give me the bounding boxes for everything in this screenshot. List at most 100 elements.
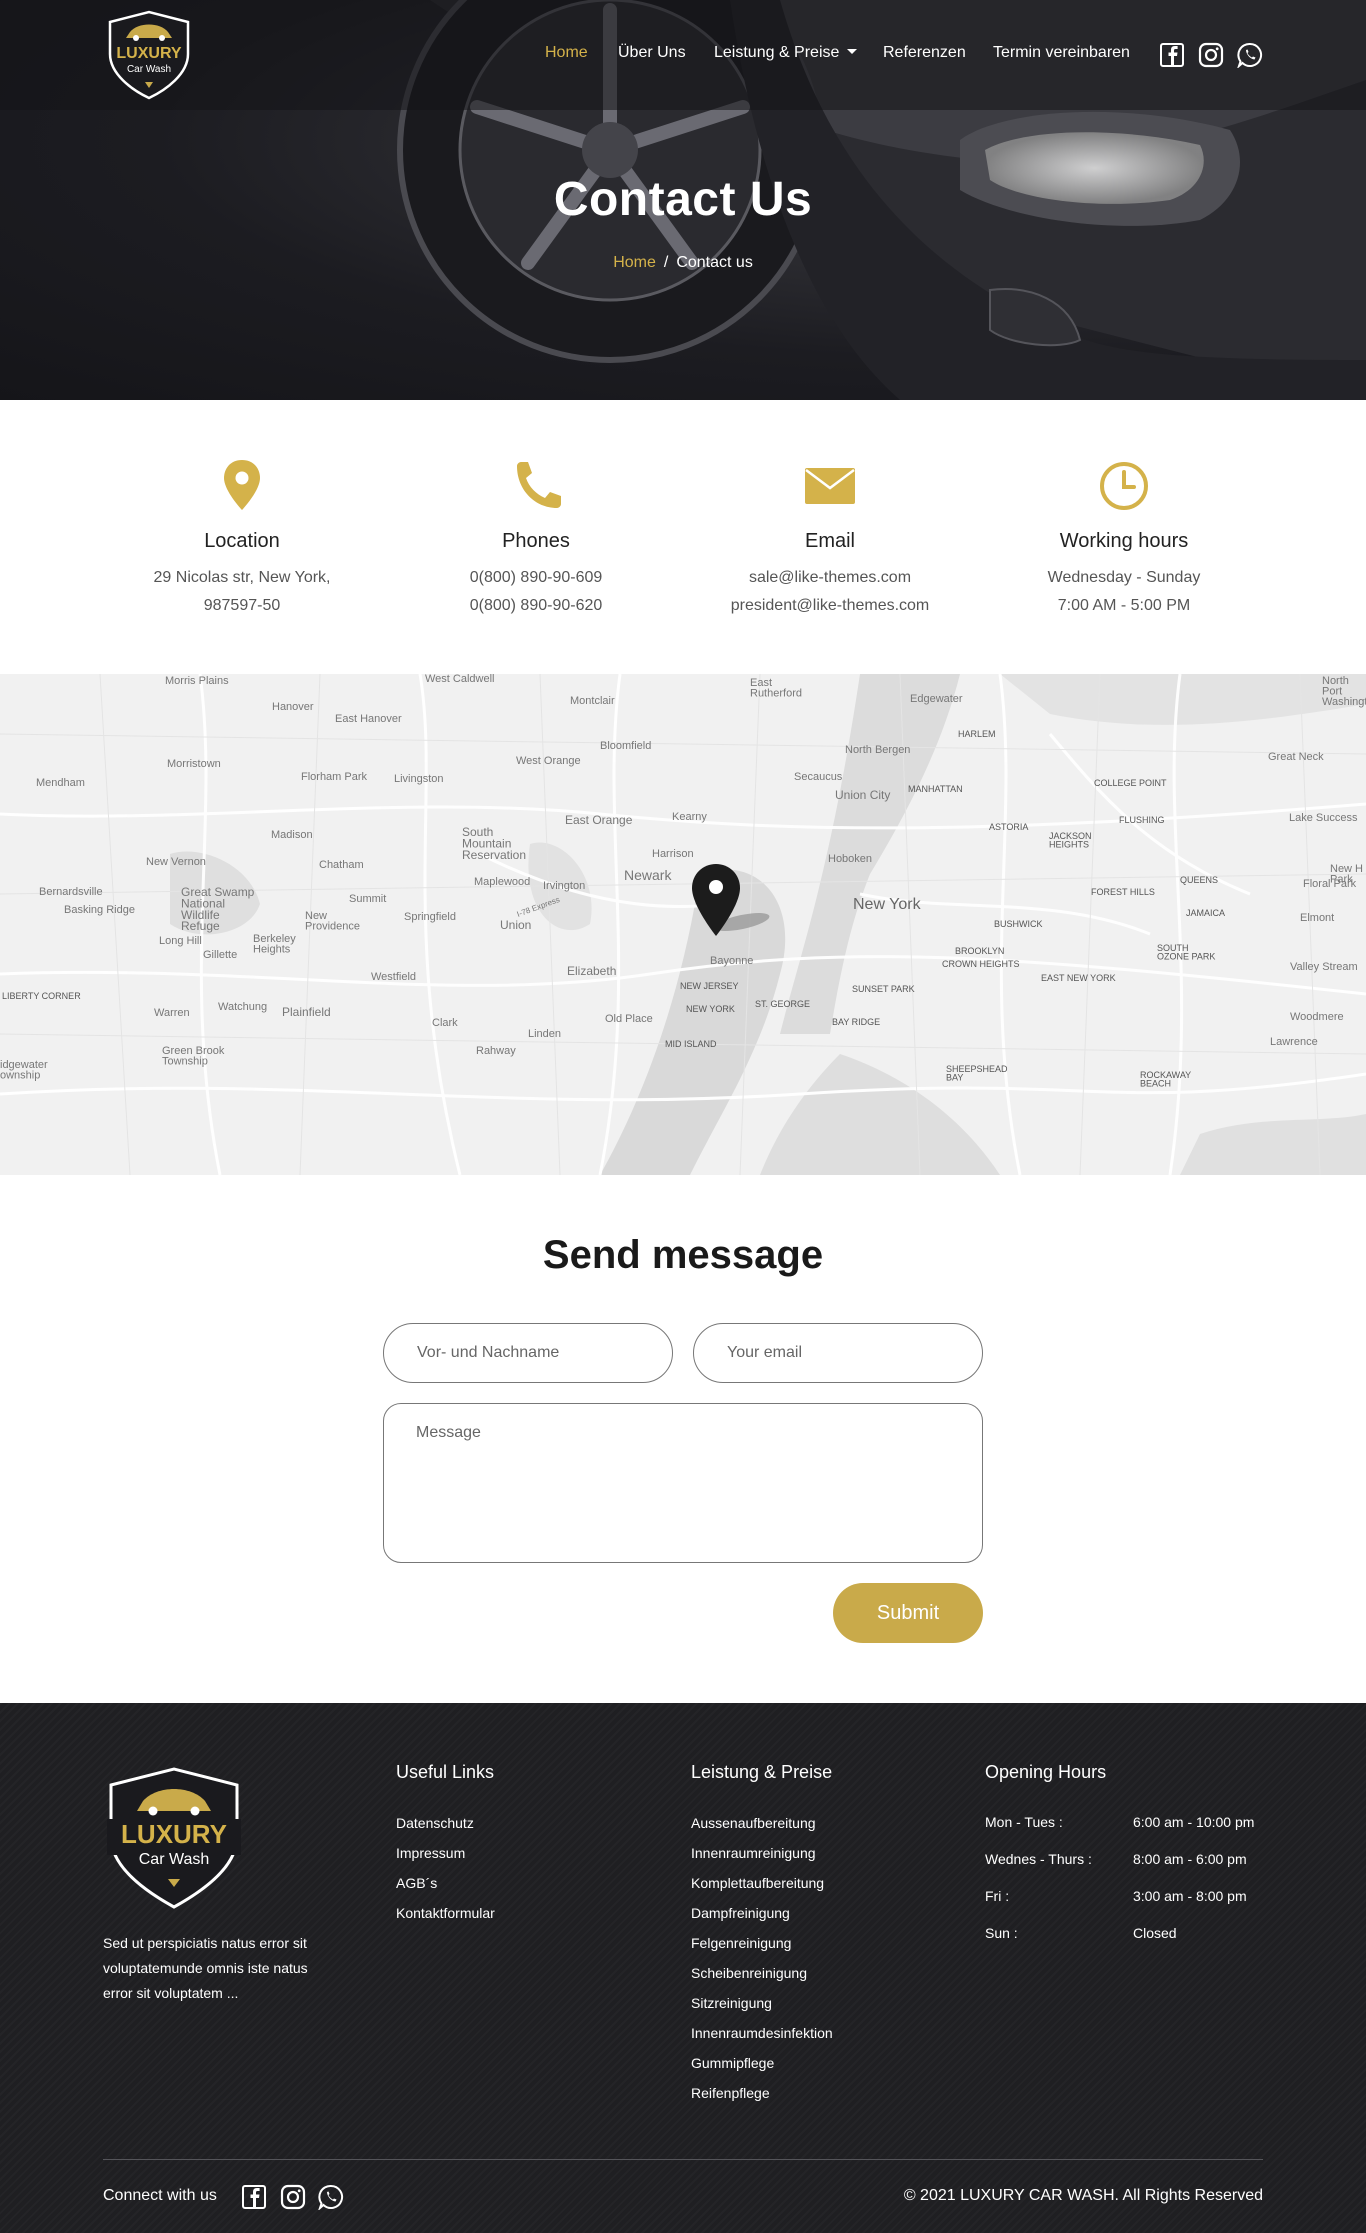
useful-links-heading: Useful Links [396,1762,495,1782]
info-email-title: Email [804,530,855,552]
nav-home[interactable]: Home [545,44,588,62]
page-title: Contact Us [553,173,813,226]
map-label-flushing: FLUSHING [1119,815,1165,825]
map-label-newark: Newark [624,867,672,883]
info-phone-line-2: 0(800) 890-90-620 [469,597,603,614]
map-label-elizabeth: Elizabeth [567,964,616,978]
send-message-section: Send message Submit [0,1175,1366,1703]
facebook-icon[interactable] [241,2184,267,2210]
map-label-forest-hills: FOREST HILLS [1091,887,1155,897]
nav-uber-uns[interactable]: Über Uns [618,44,686,62]
nav-leistung-preise[interactable]: Leistung & Preise [714,44,858,62]
map-label-crown-heights: CROWN HEIGHTS [942,959,1020,969]
map-label-rahway: Rahway [476,1045,516,1057]
info-location-title: Location [204,530,280,552]
svg-text:LUXURY: LUXURY [121,1819,227,1849]
footer-service-link[interactable]: Dampfreinigung [691,1905,790,1921]
map-label-long-hill: Long Hill [159,935,202,947]
map-label-new-vernon: New Vernon [146,856,206,868]
map-label-bayonne: Bayonne [710,955,753,967]
map-label-jamaica: JAMAICA [1186,908,1225,918]
breadcrumb-home-link[interactable]: Home [613,254,656,271]
opening-hours-heading: Opening Hours [985,1762,1107,1782]
hours-day: Wednes - Thurs : [985,1851,1092,1867]
clock-icon [1100,462,1148,510]
info-hours-title: Working hours [1059,530,1189,552]
map-label-college-point: COLLEGE POINT [1094,778,1167,788]
map-canvas[interactable]: Morris Plains West Caldwell East Rutherfo… [0,674,1366,1175]
whatsapp-icon[interactable] [318,2184,344,2210]
map-label-kearny: Kearny [672,811,707,823]
footer-service-link[interactable]: Scheibenreinigung [691,1965,807,1981]
map-label-bloomfield: Bloomfield [600,740,651,752]
copyright-text: © 2021 LUXURY CAR WASH. All Rights Reser… [903,2187,1263,2204]
footer-service-link[interactable]: Gummipflege [691,2055,774,2071]
name-field[interactable] [383,1323,673,1383]
map-label-florham-park: Florham Park [301,771,368,783]
footer-service-link[interactable]: Komplettaufbereitung [691,1875,824,1891]
map-label-lake-success: Lake Success [1289,812,1358,824]
message-field[interactable] [383,1403,983,1563]
map-label-hanover: Hanover [272,701,314,713]
map-label-bernardsville: Bernardsville [39,886,103,898]
map-label-union: Union [500,918,531,932]
instagram-icon[interactable] [280,2184,306,2210]
submit-button[interactable]: Submit [833,1583,983,1643]
map-label-union-city: Union City [835,788,890,802]
map-label-morris-plains: Morris Plains [165,675,229,687]
hours-time: 6:00 am - 10:00 pm [1133,1814,1255,1830]
map-label-montclair: Montclair [570,695,615,707]
location-map[interactable]: Morris Plains West Caldwell East Rutherfo… [0,674,1366,1175]
map-label-sunset-park: SUNSET PARK [852,984,915,994]
map-label-valley-stream: Valley Stream [1290,961,1358,973]
chevron-down-icon [847,49,858,54]
footer-link-datenschutz[interactable]: Datenschutz [396,1815,474,1831]
instagram-icon[interactable] [1198,42,1224,68]
footer-divider [103,2159,1263,2160]
map-label-new-york: New York [853,896,922,913]
footer-service-link[interactable]: Sitzreinigung [691,1995,772,2011]
footer-description: Sed ut perspiciatis natus error sit volu… [103,1935,308,2001]
map-label-west-caldwell: West Caldwell [425,674,495,685]
map-label-brooklyn: BROOKLYN [955,946,1004,956]
map-label-east-hanover: East Hanover [335,713,402,725]
map-label-berkeley-heights: Berkeley Heights [253,933,296,955]
info-hours-line-1: Wednesday - Sunday [1047,569,1201,586]
facebook-icon[interactable] [1159,42,1185,68]
footer-link-kontaktformular[interactable]: Kontaktformular [396,1905,495,1921]
breadcrumb: Home / Contact us [0,254,1366,272]
footer-service-link[interactable]: Innenraumreinigung [691,1845,816,1861]
map-label-harlem: HARLEM [958,729,996,739]
map-label-woodmere: Woodmere [1290,1011,1344,1023]
map-label-morristown: Morristown [167,758,221,770]
hours-day: Sun : [985,1925,1018,1941]
map-label-summit: Summit [349,893,386,905]
map-label-bushwick: BUSHWICK [994,919,1043,929]
nav-referenzen[interactable]: Referenzen [883,44,966,62]
hours-time: 8:00 am - 6:00 pm [1133,1851,1247,1867]
footer-link-agb[interactable]: AGB´s [396,1875,437,1891]
map-label-westfield: Westfield [371,971,416,983]
connect-label: Connect with us [103,2187,217,2204]
nav-termin-vereinbaren[interactable]: Termin vereinbaren [993,44,1130,62]
info-hours-line-2: 7:00 AM - 5:00 PM [1057,597,1191,614]
footer-service-link[interactable]: Innenraumdesinfektion [691,2025,833,2041]
map-label-warren: Warren [154,1007,190,1019]
site-footer: LUXURY Car Wash Sed ut perspiciatis natu… [0,1703,1366,2233]
map-label-irvington: Irvington [543,880,585,892]
map-label-old-place: Old Place [605,1013,653,1025]
footer-service-link[interactable]: Reifenpflege [691,2085,770,2101]
footer-service-link[interactable]: Felgenreinigung [691,1935,791,1951]
footer-service-link[interactable]: Aussenaufbereitung [691,1815,816,1831]
map-label-new-york-small: NEW YORK [686,1004,735,1014]
map-label-harrison: Harrison [652,848,694,860]
email-field[interactable] [693,1323,983,1383]
info-phone-line-1: 0(800) 890-90-609 [469,569,603,586]
map-label-astoria: ASTORIA [989,822,1028,832]
map-label-edgewater: Edgewater [910,693,963,705]
whatsapp-icon[interactable] [1237,42,1263,68]
footer-logo[interactable]: LUXURY Car Wash [103,1763,245,1911]
map-label-chatham: Chatham [319,859,364,871]
footer-link-impressum[interactable]: Impressum [396,1845,465,1861]
map-label-liberty-corner: LIBERTY CORNER [2,991,81,1001]
